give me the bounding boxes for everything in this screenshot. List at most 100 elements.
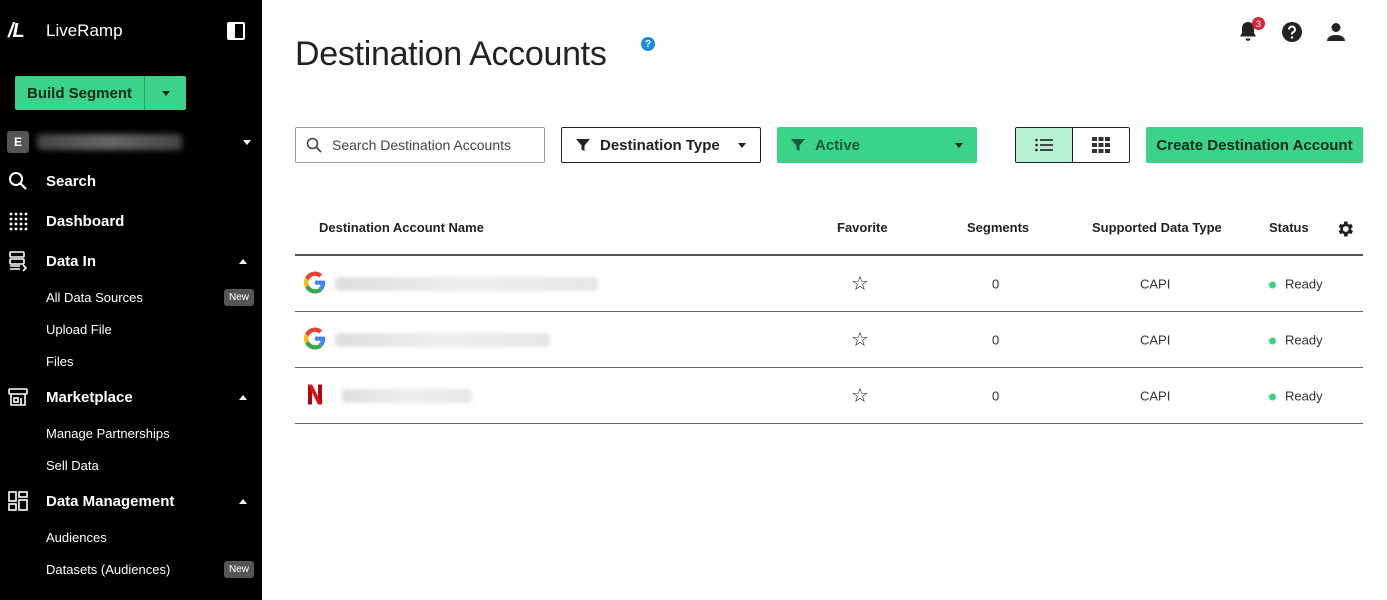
- status-label: Ready: [1285, 276, 1323, 291]
- supported-data-type: CAPI: [1140, 332, 1171, 347]
- column-header-favorite[interactable]: Favorite: [837, 220, 888, 235]
- sidebar-item-search[interactable]: Search: [0, 166, 262, 196]
- sidebar-subitem-all-data-sources[interactable]: All Data Sources New: [46, 286, 256, 308]
- filter-icon: [791, 139, 805, 151]
- dashboard-grid-icon: [0, 211, 46, 231]
- sidebar: /L LiveRamp Build Segment E Search Dashb…: [0, 0, 262, 600]
- app: /L LiveRamp Build Segment E Search Dashb…: [0, 0, 1387, 600]
- sidebar-item-label: Data In: [46, 252, 97, 270]
- filter-label: Destination Type: [600, 136, 720, 154]
- netflix-logo-icon: [308, 384, 322, 407]
- user-account-button[interactable]: [1324, 20, 1348, 44]
- sidebar-subitem-audiences[interactable]: Audiences: [46, 526, 256, 548]
- build-segment-split-button: Build Segment: [15, 76, 186, 110]
- org-name-redacted: [37, 134, 182, 150]
- column-header-segments[interactable]: Segments: [967, 220, 1029, 235]
- chevron-up-icon[interactable]: [239, 395, 247, 400]
- favorite-star-icon[interactable]: ☆: [851, 330, 869, 350]
- grid-view-button[interactable]: [1073, 128, 1129, 162]
- destination-account-name-redacted: [342, 388, 472, 403]
- list-view-button[interactable]: [1016, 128, 1073, 162]
- organization-switcher[interactable]: E: [7, 129, 257, 155]
- status-label: Ready: [1285, 332, 1323, 347]
- google-logo-icon: [304, 271, 326, 296]
- segments-count: 0: [992, 388, 1000, 403]
- help-icon[interactable]: ?: [641, 37, 655, 51]
- brand[interactable]: /L LiveRamp: [8, 18, 123, 44]
- destination-account-name-redacted: [335, 276, 598, 291]
- liveramp-logo: /L: [8, 19, 25, 42]
- table-row[interactable]: ☆ 0 CAPI Ready: [295, 256, 1363, 312]
- status: Ready: [1269, 276, 1323, 291]
- list-icon: [1035, 138, 1053, 152]
- sidebar-subitem-files[interactable]: Files: [46, 350, 256, 372]
- status-dot-icon: [1269, 337, 1276, 345]
- destination-type-filter[interactable]: Destination Type: [561, 127, 761, 163]
- destination-accounts-table: Destination Account Name Favorite Segmen…: [295, 200, 1363, 424]
- chevron-down-icon: [738, 142, 746, 148]
- view-toggle: [1015, 127, 1130, 163]
- search-field: [295, 127, 545, 163]
- help-button[interactable]: [1280, 20, 1304, 44]
- sidebar-subitem-upload-file[interactable]: Upload File: [46, 318, 256, 340]
- status-dot-icon: [1269, 393, 1276, 401]
- search-icon: [306, 137, 322, 153]
- segments-count: 0: [992, 332, 1000, 347]
- sidebar-collapse-icon[interactable]: [227, 22, 245, 40]
- new-badge: New: [223, 560, 254, 578]
- build-segment-dropdown-button[interactable]: [145, 76, 186, 110]
- sidebar-subitem-label: All Data Sources: [46, 289, 143, 305]
- sidebar-item-label: Data Management: [46, 492, 175, 510]
- chevron-down-icon: [161, 90, 170, 96]
- sidebar-subitem-label: Manage Partnerships: [46, 425, 170, 441]
- sidebar-item-label: Dashboard: [46, 212, 125, 230]
- table-row[interactable]: ☆ 0 CAPI Ready: [295, 368, 1363, 424]
- sidebar-item-marketplace[interactable]: Marketplace: [0, 382, 262, 412]
- status-dot-icon: [1269, 281, 1276, 289]
- supported-data-type: CAPI: [1140, 388, 1171, 403]
- column-header-name[interactable]: Destination Account Name: [319, 220, 484, 235]
- top-bar-actions: 3: [1236, 17, 1348, 44]
- filter-label: Active: [815, 136, 861, 154]
- settings-gear-icon[interactable]: [1335, 219, 1355, 239]
- sidebar-item-data-management[interactable]: Data Management: [0, 486, 262, 516]
- data-in-icon: [0, 250, 46, 272]
- supported-data-type: CAPI: [1140, 276, 1171, 291]
- brand-name: LiveRamp: [46, 21, 123, 40]
- sidebar-item-dashboard[interactable]: Dashboard: [0, 206, 262, 236]
- table-header: Destination Account Name Favorite Segmen…: [295, 200, 1363, 256]
- status-filter[interactable]: Active: [777, 127, 977, 163]
- sidebar-subitem-label: Upload File: [46, 321, 112, 337]
- status: Ready: [1269, 388, 1323, 403]
- build-segment-button[interactable]: Build Segment: [15, 76, 145, 110]
- search-icon: [0, 171, 46, 191]
- sidebar-subitem-manage-partnerships[interactable]: Manage Partnerships: [46, 422, 256, 444]
- status: Ready: [1269, 332, 1323, 347]
- notifications-button[interactable]: 3: [1236, 17, 1265, 44]
- sidebar-item-data-in[interactable]: Data In: [0, 246, 262, 276]
- sidebar-subitem-sell-data[interactable]: Sell Data: [46, 454, 256, 476]
- chevron-up-icon[interactable]: [239, 499, 247, 504]
- google-logo-icon: [304, 327, 326, 352]
- table-row[interactable]: ☆ 0 CAPI Ready: [295, 312, 1363, 368]
- column-header-status[interactable]: Status: [1269, 220, 1309, 235]
- sidebar-subitem-label: Sell Data: [46, 457, 99, 473]
- sidebar-subitem-datasets-audiences[interactable]: Datasets (Audiences) New: [46, 558, 256, 580]
- filter-icon: [576, 139, 590, 151]
- segments-count: 0: [992, 276, 1000, 291]
- create-destination-account-button[interactable]: Create Destination Account: [1146, 127, 1363, 163]
- notification-count-badge: 3: [1252, 17, 1265, 30]
- sidebar-subitem-label: Audiences: [46, 529, 107, 545]
- marketplace-icon: [0, 386, 46, 408]
- favorite-star-icon[interactable]: ☆: [851, 274, 869, 294]
- sidebar-subitem-label: Datasets (Audiences): [46, 561, 171, 577]
- grid-icon: [1092, 137, 1110, 153]
- chevron-down-icon: [243, 139, 251, 145]
- chevron-up-icon[interactable]: [239, 259, 247, 264]
- column-header-data-type[interactable]: Supported Data Type: [1092, 220, 1222, 235]
- sidebar-subitem-label: Files: [46, 353, 74, 369]
- user-icon: [1327, 23, 1345, 41]
- destination-account-name-redacted: [335, 332, 550, 347]
- search-input[interactable]: [332, 137, 532, 153]
- favorite-star-icon[interactable]: ☆: [851, 386, 869, 406]
